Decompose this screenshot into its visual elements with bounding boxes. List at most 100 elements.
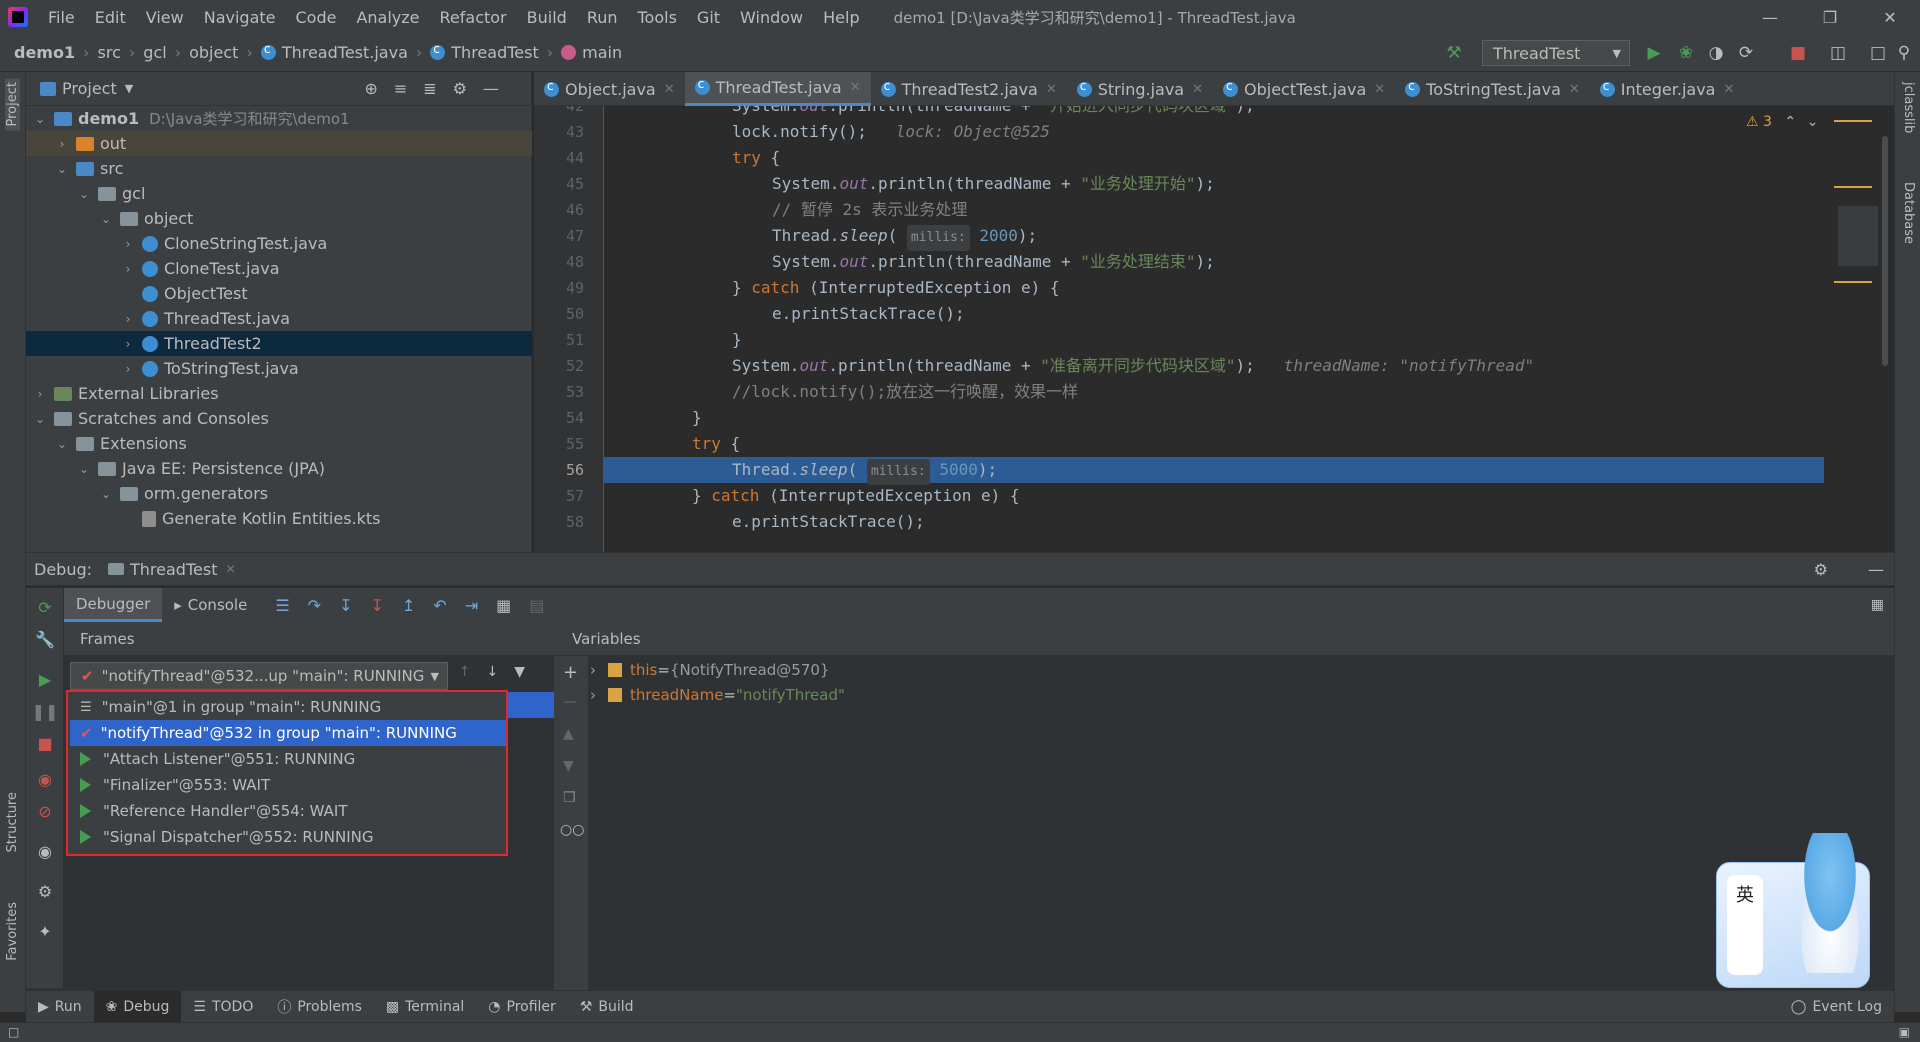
camera-icon[interactable]: ◉ xyxy=(34,840,56,862)
thread-option[interactable]: "Attach Listener"@551: RUNNING xyxy=(70,746,506,772)
menu-build[interactable]: Build xyxy=(517,8,577,27)
tab-threadtest2-java[interactable]: ThreadTest2.java✕ xyxy=(871,72,1067,106)
tool-event-log[interactable]: ◯ Event Log xyxy=(1779,991,1894,1023)
ime-indicator[interactable]: 英 xyxy=(1727,875,1763,975)
locate-icon[interactable]: ⊕ xyxy=(364,79,393,98)
breadcrumb-gcl[interactable]: gcl xyxy=(143,43,166,62)
tree-item-threadtest[interactable]: › ThreadTest.java xyxy=(26,306,532,331)
chevron-down-icon[interactable]: ⌄ xyxy=(76,187,92,201)
tab-threadtest-java[interactable]: ThreadTest.java✕ xyxy=(684,72,871,106)
gear-icon[interactable]: ⚙ xyxy=(1814,560,1828,579)
chevron-right-icon[interactable]: › xyxy=(590,661,596,679)
tree-item-object[interactable]: ⌄ object xyxy=(26,206,532,231)
chevron-up-icon[interactable]: ⌃ xyxy=(1784,114,1796,130)
lock-icon[interactable]: ▣ xyxy=(1899,1025,1910,1039)
settings-wrench-icon[interactable]: 🔧 xyxy=(34,628,56,650)
thread-option[interactable]: ☰ "main"@1 in group "main": RUNNING xyxy=(70,694,506,720)
chevron-down-icon[interactable]: ⌄ xyxy=(98,212,114,226)
database-tool-button[interactable]: Database xyxy=(1901,182,1916,244)
tree-item-gcl[interactable]: ⌄ gcl xyxy=(26,181,532,206)
menu-tools[interactable]: Tools xyxy=(628,8,687,27)
variable-row[interactable]: › this = {NotifyThread@570} xyxy=(590,658,829,682)
build-hammer-icon[interactable]: ⚒ xyxy=(1444,43,1464,63)
glasses-icon[interactable]: ○○ xyxy=(560,822,584,838)
tab-integer-java[interactable]: Integer.java✕ xyxy=(1590,72,1745,106)
drop-frame-icon[interactable]: ↶ xyxy=(433,596,464,615)
pin-icon[interactable]: ✦ xyxy=(34,920,56,942)
menu-edit[interactable]: Edit xyxy=(85,8,136,27)
chevron-down-icon[interactable]: ⌄ xyxy=(98,487,114,501)
chevron-right-icon[interactable]: › xyxy=(120,362,136,376)
stop-icon[interactable]: ■ xyxy=(1788,43,1808,63)
tool-terminal[interactable]: ▩ Terminal xyxy=(374,991,476,1023)
show-execution-point-icon[interactable]: ☰ xyxy=(275,596,307,615)
chevron-right-icon[interactable]: › xyxy=(120,337,136,351)
menu-analyze[interactable]: Analyze xyxy=(346,8,429,27)
breadcrumb-object[interactable]: object xyxy=(189,43,238,62)
tree-item-objecttest[interactable]: ObjectTest xyxy=(26,281,532,306)
restore-icon[interactable]: ❐ xyxy=(1800,0,1860,34)
code-editor[interactable]: 42 43 44 45 46 47 48 49 50 51 52 53 54 5… xyxy=(534,106,1824,552)
layout-toggle-icon[interactable]: □ xyxy=(8,1025,19,1039)
breadcrumb-class[interactable]: ThreadTest xyxy=(430,42,539,62)
tree-item-scratches[interactable]: ⌄ Scratches and Consoles xyxy=(26,406,532,431)
tab-console[interactable]: ▸ Console xyxy=(162,588,259,622)
tree-item-demo1[interactable]: ⌄ demo1 D:\Java类学习和研究\demo1 xyxy=(26,106,532,131)
chevron-right-icon[interactable]: › xyxy=(32,387,48,401)
tool-profiler[interactable]: ◔ Profiler xyxy=(476,991,568,1023)
step-out-icon[interactable]: ↥ xyxy=(402,596,433,615)
menu-refactor[interactable]: Refactor xyxy=(430,8,517,27)
menu-navigate[interactable]: Navigate xyxy=(194,8,286,27)
filter-icon[interactable]: ▼ xyxy=(514,664,541,680)
chevron-down-icon[interactable]: ⌄ xyxy=(54,437,70,451)
chevron-down-icon[interactable]: ⌄ xyxy=(1807,114,1819,130)
hide-icon[interactable]: — xyxy=(1868,560,1884,579)
tree-item-out[interactable]: › out xyxy=(26,131,532,156)
evaluate-icon[interactable]: ▦ xyxy=(496,596,529,615)
jclasslib-tool-button[interactable]: jclasslib xyxy=(1901,82,1916,133)
tab-string-java[interactable]: String.java✕ xyxy=(1067,72,1213,106)
remove-watch-icon[interactable]: — xyxy=(563,694,577,710)
tab-debugger[interactable]: Debugger xyxy=(64,588,163,622)
tool-run[interactable]: ▶ Run xyxy=(26,991,94,1023)
step-over-icon[interactable]: ↷ xyxy=(308,596,339,615)
tree-item-tostringtest[interactable]: › ToStringTest.java xyxy=(26,356,532,381)
tab-objecttest-java[interactable]: ObjectTest.java✕ xyxy=(1213,72,1395,106)
layout-icon[interactable]: ▦ xyxy=(1871,597,1884,613)
thread-option[interactable]: "Finalizer"@553: WAIT xyxy=(70,772,506,798)
rerun-icon[interactable]: ⟳ xyxy=(34,596,56,618)
pause-icon[interactable]: ❚❚ xyxy=(32,700,59,722)
chevron-right-icon[interactable]: › xyxy=(120,237,136,251)
chevron-right-icon[interactable]: › xyxy=(54,137,70,151)
chevron-down-icon[interactable]: ⌄ xyxy=(32,112,48,126)
trace-icon[interactable]: ▤ xyxy=(529,596,562,615)
hide-icon[interactable]: — xyxy=(483,79,515,98)
chevron-down-icon[interactable]: ⌄ xyxy=(32,412,48,426)
tree-item-kotlin-kts[interactable]: Generate Kotlin Entities.kts xyxy=(26,506,532,531)
expand-all-icon[interactable]: ≡ xyxy=(394,79,423,98)
breadcrumb-src[interactable]: src xyxy=(98,43,121,62)
move-up-icon[interactable]: ▲ xyxy=(563,726,574,742)
thread-option[interactable]: "Reference Handler"@554: WAIT xyxy=(70,798,506,824)
arrow-down-icon[interactable]: ↓ xyxy=(486,664,514,680)
breadcrumb-method[interactable]: main xyxy=(561,43,622,62)
inspection-widget[interactable]: ⚠ 3 ⌃ ⌄ xyxy=(1746,114,1818,130)
tool-problems[interactable]: ⓘ Problems xyxy=(265,991,374,1023)
tab-tostringtest-java[interactable]: ToStringTest.java✕ xyxy=(1395,72,1590,106)
force-step-into-icon[interactable]: ↧ xyxy=(370,596,401,615)
tree-item-clonetest[interactable]: › CloneTest.java xyxy=(26,256,532,281)
thread-select[interactable]: ✔ "notifyThread"@532...up "main": RUNNIN… xyxy=(70,662,448,690)
project-tool-button[interactable]: Project xyxy=(5,78,20,131)
menu-run[interactable]: Run xyxy=(577,8,628,27)
project-structure-icon[interactable]: ◫ xyxy=(1828,43,1848,63)
chevron-down-icon[interactable]: ▼ xyxy=(125,82,133,95)
run-config-select[interactable]: ThreadTest ▼ xyxy=(1482,40,1630,66)
tree-item-threadtest2[interactable]: › ThreadTest2 xyxy=(26,331,532,356)
tool-todo[interactable]: ☰ TODO xyxy=(181,991,265,1023)
chevron-down-icon[interactable]: ⌄ xyxy=(76,462,92,476)
tree-item-jpa[interactable]: ⌄ Java EE: Persistence (JPA) xyxy=(26,456,532,481)
menu-window[interactable]: Window xyxy=(730,8,813,27)
search-icon[interactable]: ⚲ xyxy=(1894,43,1914,63)
collapse-all-icon[interactable]: ≣ xyxy=(423,79,452,98)
thread-option[interactable]: ✔ "notifyThread"@532 in group "main": RUN… xyxy=(70,720,506,746)
